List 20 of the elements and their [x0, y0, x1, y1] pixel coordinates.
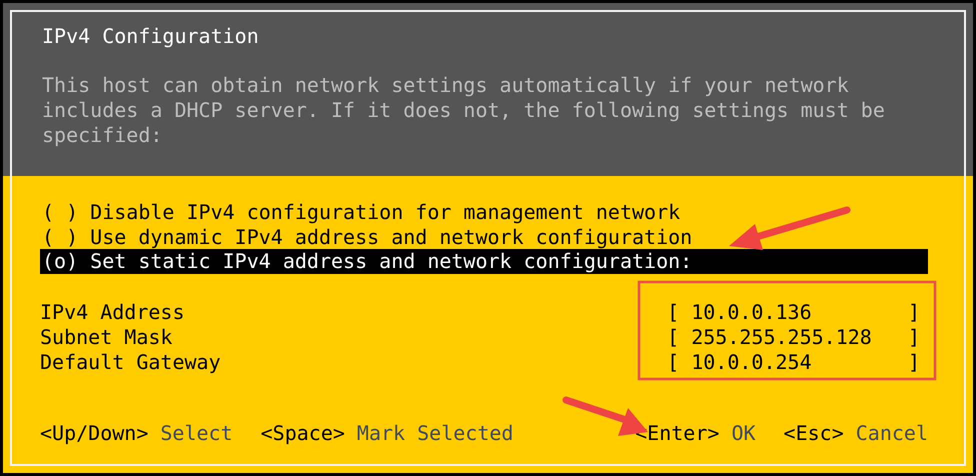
- key-action: OK: [731, 421, 756, 446]
- input-field[interactable]: [ 10.0.0.136 ]: [667, 300, 920, 324]
- key-label: <Enter>: [635, 421, 720, 446]
- radio-option[interactable]: ( ) Disable IPv4 configuration for management network: [40, 200, 928, 224]
- key-label: <Esc>: [784, 421, 844, 446]
- key-action: Select: [160, 421, 233, 446]
- input-field[interactable]: [ 255.255.255.128 ]: [667, 324, 920, 350]
- field-label: Default Gateway: [40, 350, 221, 374]
- radio-option[interactable]: (o) Set static IPv4 address and network configuration:: [40, 249, 928, 274]
- dialog-title: IPv4 Configuration: [42, 24, 260, 49]
- arrow-icon: [729, 206, 850, 250]
- input-field[interactable]: [ 10.0.0.254 ]: [667, 350, 920, 374]
- dialog-description: This host can obtain network settings automatically if your network includes a DHCP server. If it does not, the following settings must be specified:: [42, 73, 886, 148]
- field-label: Subnet Mask: [40, 324, 172, 350]
- key-label: <Up/Down>: [40, 421, 148, 446]
- key-label: <Space>: [260, 421, 345, 446]
- key-action: Cancel: [856, 421, 928, 446]
- key-action: Mark Selected: [356, 421, 514, 446]
- field-label: IPv4 Address: [40, 300, 184, 324]
- radio-option[interactable]: ( ) Use dynamic IPv4 address and network configuration: [40, 224, 928, 249]
